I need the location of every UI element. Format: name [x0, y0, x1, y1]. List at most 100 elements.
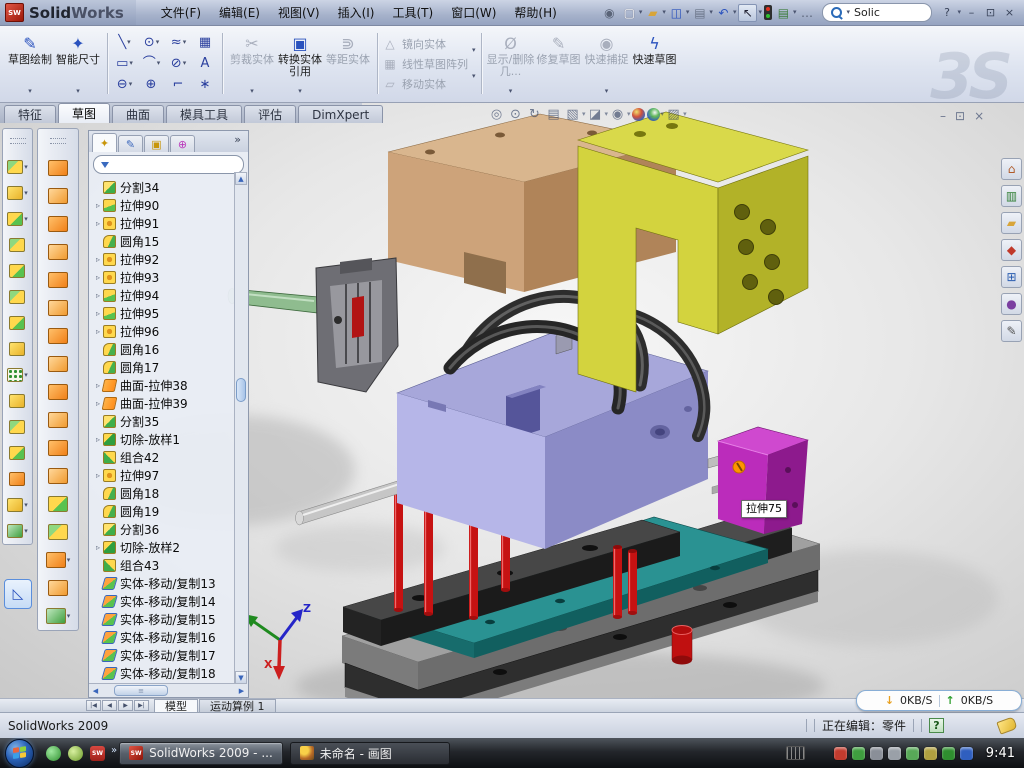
nav-last-button[interactable]: ▶| — [134, 700, 149, 711]
tab-model[interactable]: 模型 — [154, 699, 198, 712]
sync-blocked-icon[interactable] — [960, 747, 973, 760]
menu-item[interactable]: 帮助(H) — [505, 1, 565, 24]
filter-box[interactable] — [93, 155, 244, 174]
ellipse-icon[interactable]: ⊘ ▾ — [165, 53, 192, 74]
tree-item[interactable]: 实体-移动/复制17 — [93, 646, 234, 664]
tree-item[interactable]: 组合43 — [93, 556, 234, 574]
instant3d-button[interactable]: ◺ — [4, 579, 32, 609]
menu-item[interactable]: 编辑(E) — [210, 1, 269, 24]
update-check-icon[interactable] — [870, 747, 883, 760]
security-guard-icon[interactable] — [852, 747, 865, 760]
tree-item[interactable]: 分割35 — [93, 412, 234, 430]
traffic-light-icon[interactable] — [764, 5, 773, 20]
status-help-icon[interactable]: ? — [929, 718, 944, 733]
input-method-icon[interactable] — [786, 746, 805, 760]
scroll-left-icon[interactable]: ◀ — [89, 685, 102, 697]
tree-item[interactable]: 圆角16 — [93, 340, 234, 358]
configurationmanager-tab[interactable]: ▣ — [144, 135, 169, 152]
nav-next-button[interactable]: ▶ — [118, 700, 133, 711]
tree-item[interactable]: 实体-移动/复制16 — [93, 628, 234, 646]
tree-item[interactable]: 曲面-拉伸38 — [93, 376, 234, 394]
sketch-button[interactable]: ✎ 草图绘制 ▾ — [6, 31, 54, 97]
new-document-icon[interactable]: ▢ ▾ — [621, 5, 643, 21]
view-palette-icon[interactable]: ⊞ — [1001, 266, 1022, 288]
tree-item[interactable]: 拉伸97 — [93, 466, 234, 484]
scale-icon[interactable] — [48, 580, 69, 596]
undo-icon[interactable]: ↶ ▾ — [715, 5, 737, 21]
delete-body-icon[interactable]: ▾ — [7, 498, 28, 512]
core-icon[interactable] — [48, 524, 69, 540]
sketch-fillet-icon[interactable]: ⌐ — [165, 74, 192, 95]
expand-arrow-icon[interactable] — [93, 309, 103, 318]
featuremanager-tab[interactable]: ✦ — [92, 133, 117, 152]
tree-item[interactable]: 拉伸90 — [93, 196, 234, 214]
delete-face-icon[interactable]: ▾ — [46, 552, 71, 568]
home-icon[interactable]: ⌂ — [1001, 158, 1022, 180]
task-solidworks[interactable]: SW SolidWorks 2009 - ... — [119, 742, 283, 765]
tree-item[interactable]: 拉伸93 — [93, 268, 234, 286]
task-paint[interactable]: 未命名 - 画图 — [290, 742, 450, 765]
rib-icon[interactable] — [9, 342, 26, 356]
split-icon[interactable] — [9, 446, 26, 460]
extend-surface-icon[interactable] — [48, 440, 69, 456]
tab-mold-tools[interactable]: 模具工具 — [166, 105, 242, 123]
menu-item[interactable]: 文件(F) — [152, 1, 210, 24]
tree-item[interactable]: 圆角18 — [93, 484, 234, 502]
combine-bodies-icon[interactable] — [9, 420, 26, 434]
expand-arrow-icon[interactable] — [93, 255, 103, 264]
shell-icon[interactable] — [9, 290, 26, 304]
scroll-up-icon[interactable]: ▲ — [235, 172, 247, 185]
solidworks-resources-icon[interactable]: ◆ — [1001, 239, 1022, 261]
fillet-icon[interactable]: ▾ — [7, 212, 28, 226]
circle-icon[interactable]: ⊙ ▾ — [138, 32, 165, 53]
tree-item[interactable]: 分割34 — [93, 178, 234, 196]
options-list-icon[interactable]: ▤ ▾ — [775, 5, 797, 21]
tab-sketch[interactable]: 草图 — [58, 103, 110, 123]
ruled-surface-icon[interactable] — [48, 300, 69, 316]
tab-evaluate[interactable]: 评估 — [244, 105, 296, 123]
expand-arrow-icon[interactable] — [93, 219, 103, 228]
draft-analysis-icon[interactable] — [48, 188, 69, 204]
menu-item[interactable]: 窗口(W) — [442, 1, 505, 24]
tree-item[interactable]: 切除-放样2 — [93, 538, 234, 556]
parting-line-icon[interactable] — [48, 160, 69, 176]
graphics-area[interactable]: Y Z X ◎ ⊙ ↻ — [0, 103, 1024, 698]
swept-boss-icon[interactable] — [9, 238, 26, 252]
point-icon[interactable]: ∗ — [192, 74, 219, 95]
security-ball-icon[interactable] — [68, 746, 83, 761]
close-button[interactable]: × — [1001, 5, 1018, 20]
tree-horizontal-scrollbar[interactable]: ◀ ▶ — [89, 683, 248, 697]
scroll-right-icon[interactable]: ▶ — [235, 685, 248, 697]
design-library-icon[interactable]: ▥ — [1001, 185, 1022, 207]
minimize-button[interactable]: – — [963, 5, 980, 20]
select-icon[interactable]: ↖ ▾ — [738, 4, 762, 22]
trim-entities-button[interactable]: ✂ 剪裁实体 ▾ — [228, 31, 276, 97]
tree-item[interactable]: 实体-移动/复制15 — [93, 610, 234, 628]
expand-arrow-icon[interactable] — [93, 273, 103, 282]
print-icon[interactable]: ▤ ▾ — [691, 5, 713, 21]
nav-first-button[interactable]: |◀ — [86, 700, 101, 711]
extruded-cut-icon[interactable]: ▾ — [7, 186, 28, 200]
linear-pattern-icon[interactable]: ▾ — [7, 368, 28, 382]
volume-icon[interactable] — [888, 747, 901, 760]
appearances-icon[interactable]: ● — [1001, 293, 1022, 315]
tree-item[interactable]: 圆角19 — [93, 502, 234, 520]
hscroll-thumb[interactable] — [114, 685, 168, 696]
expand-arrow-icon[interactable] — [93, 291, 103, 300]
move-entities-button[interactable]: ▱ 移动实体 — [383, 76, 468, 92]
tab-surfaces[interactable]: 曲面 — [112, 105, 164, 123]
convert-entities-button[interactable]: ▣ 转换实体引用 ▾ — [276, 31, 324, 97]
parting-surface-icon[interactable] — [48, 244, 69, 260]
polygon-icon[interactable]: ⊕ — [138, 74, 165, 95]
knit-surface-icon[interactable] — [48, 356, 69, 372]
tree-item[interactable]: 组合42 — [93, 448, 234, 466]
restore-button[interactable]: ⊡ — [982, 5, 999, 20]
helix-icon[interactable]: ▾ — [46, 608, 71, 624]
doc-close-button[interactable]: × — [974, 109, 984, 123]
undercut-analysis-icon[interactable] — [48, 216, 69, 232]
menu-item[interactable]: 视图(V) — [269, 1, 329, 24]
file-explorer-icon[interactable]: ▰ — [1001, 212, 1022, 234]
shut-off-surface-icon[interactable] — [48, 272, 69, 288]
search-input[interactable]: ▾ Solic — [822, 3, 932, 22]
usb-eject-icon[interactable] — [906, 747, 919, 760]
